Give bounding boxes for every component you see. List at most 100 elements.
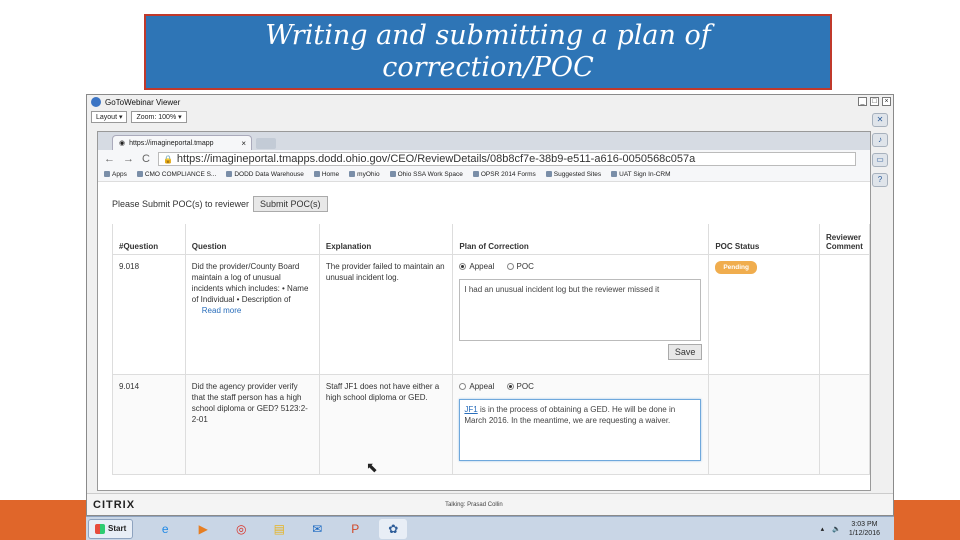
reload-icon[interactable]: C: [142, 153, 150, 165]
bookmark-label: UAT Sign In-CRM: [619, 171, 671, 178]
plan-cell: Appeal POC I had an unusual incident log…: [452, 253, 710, 375]
tab-close-icon[interactable]: ×: [241, 139, 246, 148]
plan-textarea[interactable]: JF1 is in the process of obtaining a GED…: [459, 398, 702, 461]
poc-radio[interactable]: POC: [506, 381, 534, 392]
clock-date: 1/12/2016: [848, 529, 880, 537]
audio-icon[interactable]: ♪: [872, 133, 888, 147]
folder-icon[interactable]: ▤: [265, 519, 293, 539]
bookmark-item[interactable]: myOhio: [349, 171, 380, 178]
bookmark-icon: [611, 171, 618, 178]
gtw-footer: CITRIX Talking: Prasad Collin: [87, 493, 893, 515]
address-bar-row: ← → C 🔒 https://imagineportal.tmapps.dod…: [98, 150, 870, 168]
col-header: Question: [184, 224, 320, 255]
bookmark-item[interactable]: UAT Sign In-CRM: [611, 171, 671, 178]
explanation-text: Staff JF1 does not have either a high sc…: [318, 373, 454, 475]
taskbar-icons: e ▶ ◎ ▤ ✉ P ✿: [151, 518, 408, 539]
close-icon[interactable]: ×: [882, 97, 891, 106]
start-button[interactable]: Start: [88, 518, 134, 539]
chrome-icon[interactable]: ◎: [227, 519, 255, 539]
tray-arrow-icon[interactable]: ▴: [821, 525, 825, 533]
windows-logo-icon: [95, 523, 105, 534]
talking-indicator: Talking: Prasad Collin: [445, 501, 503, 508]
review-table: #Question Question Explanation Plan of C…: [112, 224, 870, 475]
bookmark-item[interactable]: Ohio SSA Work Space: [389, 171, 463, 178]
tab-title: https://imagineportal.tmapp: [129, 139, 214, 147]
browser-tabbar: ◉ https://imagineportal.tmapp ×: [98, 132, 870, 150]
bookmark-label: OPSR 2014 Forms: [480, 171, 536, 178]
col-header: #Question: [112, 224, 186, 255]
col-header: Plan of Correction: [452, 224, 710, 255]
save-wrap: Save: [459, 343, 703, 360]
plan-textarea[interactable]: I had an unusual incident log but the re…: [459, 278, 702, 341]
back-icon[interactable]: ←: [104, 153, 115, 165]
poc-label: POC: [516, 261, 534, 271]
internet-explorer-icon[interactable]: e: [151, 519, 179, 539]
col-header: POC Status: [708, 224, 820, 255]
col-header: Explanation: [318, 224, 454, 255]
new-tab-button[interactable]: [256, 138, 276, 149]
slide: Writing and submitting a plan of correct…: [0, 0, 960, 540]
tab-favicon-icon: ◉: [119, 140, 126, 147]
radio-dot-icon: [506, 262, 514, 270]
appeal-radio[interactable]: Appeal: [459, 261, 494, 272]
table-header-row: #Question Question Explanation Plan of C…: [112, 224, 870, 255]
save-button[interactable]: Save: [667, 343, 703, 360]
question-text: Did the agency provider verify that the …: [184, 373, 320, 475]
bookmark-icon: [226, 171, 233, 178]
maximize-icon[interactable]: □: [870, 97, 879, 106]
question-text: Did the provider/County Board maintain a…: [191, 261, 309, 304]
url-field[interactable]: 🔒 https://imagineportal.tmapps.dodd.ohio…: [157, 152, 856, 166]
clock[interactable]: 3:03 PM 1/12/2016: [849, 520, 880, 538]
slide-title-banner: Writing and submitting a plan of correct…: [144, 14, 832, 90]
plan-cell: Appeal POC JF1 is in the process of obta…: [452, 373, 710, 475]
bookmark-item[interactable]: Home: [313, 171, 339, 178]
grab-tab-icon[interactable]: ✕: [872, 113, 888, 127]
col-header: Reviewer Comment: [818, 224, 870, 255]
page-content: Please Submit POC(s) to reviewer Submit …: [98, 196, 870, 475]
submit-poc-button[interactable]: Submit POC(s): [253, 196, 328, 212]
gotowebinar-window: GoToWebinar Viewer _ □ × Layout ▾ Zoom: …: [86, 94, 894, 516]
browser-tab[interactable]: ◉ https://imagineportal.tmapp ×: [112, 135, 252, 150]
bookmarks-bar: Apps CMO COMPLIANCE S... DODD Data Warehou…: [98, 168, 870, 182]
bookmark-item[interactable]: CMO COMPLIANCE S...: [136, 171, 216, 178]
layout-dropdown[interactable]: Layout ▾: [91, 111, 128, 123]
bookmark-label: DODD Data Warehouse: [234, 171, 304, 178]
bookmark-icon: [472, 171, 479, 178]
volume-icon[interactable]: 🔈: [832, 525, 841, 533]
bookmark-icon: [545, 171, 552, 178]
gotowebinar-taskbar-icon[interactable]: ✿: [379, 518, 408, 539]
gtw-titlebar: GoToWebinar Viewer: [87, 95, 893, 109]
reviewer-comment-cell: [818, 253, 870, 375]
forward-icon[interactable]: →: [123, 153, 134, 165]
plan-text: is in the process of obtaining a GED. He…: [464, 404, 676, 425]
bookmark-item[interactable]: OPSR 2014 Forms: [472, 171, 536, 178]
minimize-icon[interactable]: _: [858, 97, 867, 106]
submit-prompt: Please Submit POC(s) to reviewer: [112, 199, 250, 209]
gtw-side-controls: ✕ ♪ ▭ ?: [869, 113, 891, 187]
help-icon[interactable]: ?: [872, 173, 888, 187]
media-player-icon[interactable]: ▶: [189, 519, 217, 539]
bookmark-item[interactable]: Apps: [104, 171, 127, 178]
status-cell: [708, 373, 820, 475]
browser-window: ◉ https://imagineportal.tmapp × ← → C 🔒 …: [97, 131, 871, 491]
radio-dot-icon: [506, 382, 514, 390]
status-cell: Pending: [708, 253, 820, 375]
poc-label: POC: [516, 381, 534, 391]
system-tray: ▴ 🔈 3:03 PM 1/12/2016: [821, 520, 880, 538]
appeal-radio[interactable]: Appeal: [459, 381, 494, 392]
bookmark-icon: [349, 171, 356, 178]
powerpoint-icon[interactable]: P: [341, 519, 369, 539]
gtw-toolbar: Layout ▾ Zoom: 100% ▾: [87, 109, 893, 125]
zoom-dropdown[interactable]: Zoom: 100% ▾: [131, 111, 187, 123]
bookmark-item[interactable]: DODD Data Warehouse: [226, 171, 304, 178]
jf1-link[interactable]: JF1: [464, 405, 477, 414]
poc-radio[interactable]: POC: [506, 261, 534, 272]
screen-icon[interactable]: ▭: [872, 153, 888, 167]
lock-icon: 🔒: [162, 154, 173, 164]
bookmark-label: Ohio SSA Work Space: [397, 171, 463, 178]
bookmark-item[interactable]: Suggested Sites: [545, 171, 601, 178]
outlook-icon[interactable]: ✉: [303, 519, 331, 539]
url-text: https://imagineportal.tmapps.dodd.ohio.g…: [176, 153, 696, 165]
read-more-link[interactable]: Read more: [202, 306, 242, 315]
slide-title: Writing and submitting a plan of correct…: [265, 20, 711, 83]
